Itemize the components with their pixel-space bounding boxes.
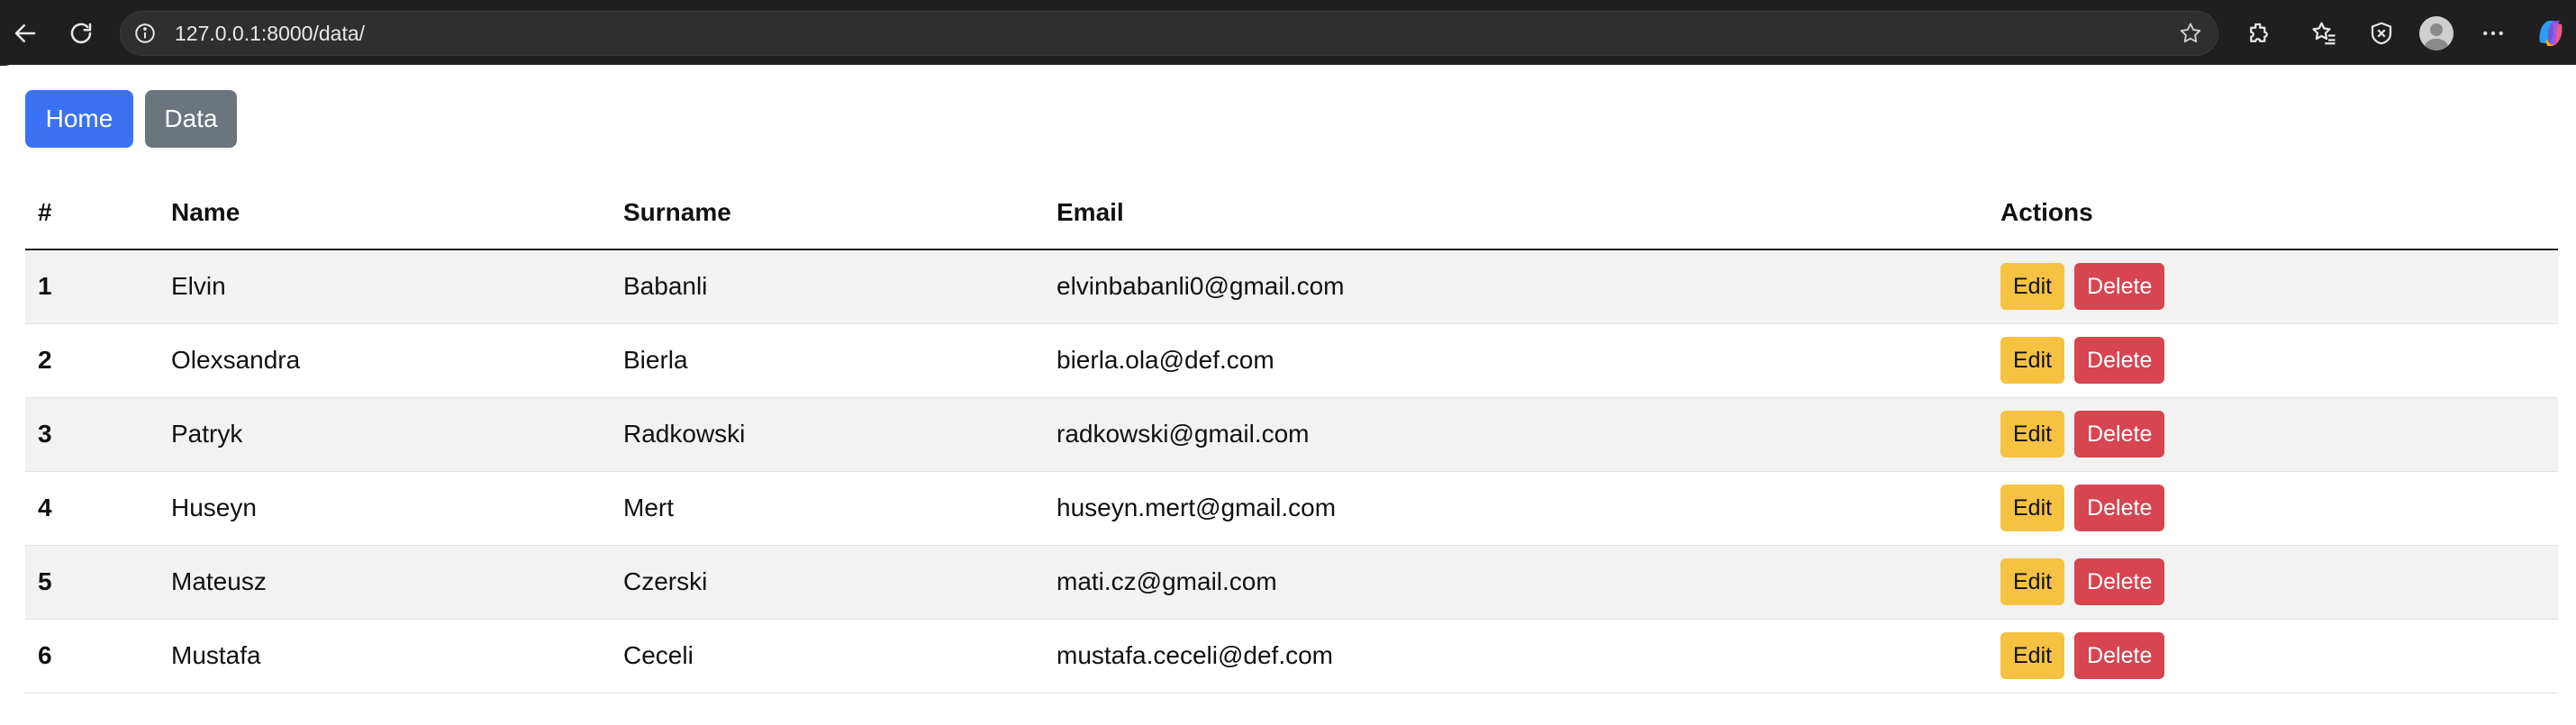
row-number: 4 — [25, 471, 159, 546]
home-button[interactable]: Home — [25, 90, 133, 148]
table-row: 2 Olexsandra Bierla bierla.ola@def.com E… — [25, 323, 2558, 398]
table-row: 6 Mustafa Ceceli mustafa.ceceli@def.com … — [25, 619, 2558, 693]
delete-button[interactable]: Delete — [2074, 558, 2165, 605]
table-row: 5 Mateusz Czerski mati.cz@gmail.com Edit… — [25, 545, 2558, 620]
row-name: Mateusz — [159, 545, 611, 620]
header-number: # — [25, 177, 159, 250]
data-table: # Name Surname Email Actions 1 Elvin Bab… — [25, 177, 2558, 693]
delete-button[interactable]: Delete — [2074, 263, 2165, 311]
delete-button[interactable]: Delete — [2074, 485, 2165, 531]
delete-button[interactable]: Delete — [2074, 632, 2165, 679]
header-name: Name — [159, 177, 611, 250]
delete-button[interactable]: Delete — [2074, 411, 2165, 458]
edit-button[interactable]: Edit — [2000, 263, 2065, 311]
row-name: Huseyn — [159, 471, 611, 546]
row-name: Patryk — [159, 397, 611, 472]
row-surname: Radkowski — [611, 397, 1044, 472]
header-surname: Surname — [611, 177, 1044, 250]
back-arrow-icon[interactable] — [7, 15, 43, 51]
row-number: 3 — [25, 397, 159, 472]
row-email: mustafa.ceceli@def.com — [1044, 619, 1988, 693]
url-text[interactable]: 127.0.0.1:8000/data/ — [175, 12, 365, 55]
table-header-row: # Name Surname Email Actions — [25, 177, 2558, 250]
row-actions: Edit Delete — [1988, 397, 2558, 472]
row-email: mati.cz@gmail.com — [1044, 545, 1988, 620]
table-row: 3 Patryk Radkowski radkowski@gmail.com E… — [25, 397, 2558, 472]
copilot-icon[interactable] — [2533, 15, 2569, 51]
edit-button[interactable]: Edit — [2000, 485, 2065, 531]
row-actions: Edit Delete — [1988, 323, 2558, 398]
star-icon[interactable] — [2178, 21, 2203, 46]
row-surname: Babanli — [611, 249, 1044, 324]
row-name: Olexsandra — [159, 323, 611, 398]
data-button[interactable]: Data — [145, 90, 237, 148]
table-row: 4 Huseyn Mert huseyn.mert@gmail.com Edit… — [25, 471, 2558, 546]
row-number: 1 — [25, 249, 159, 324]
row-number: 5 — [25, 545, 159, 620]
header-email: Email — [1044, 177, 1988, 250]
more-icon[interactable] — [2475, 15, 2511, 51]
delete-button[interactable]: Delete — [2074, 337, 2165, 384]
row-surname: Bierla — [611, 323, 1044, 398]
header-actions: Actions — [1988, 177, 2558, 250]
edit-button[interactable]: Edit — [2000, 558, 2065, 605]
row-actions: Edit Delete — [1988, 471, 2558, 546]
row-name: Mustafa — [159, 619, 611, 693]
table-row: 1 Elvin Babanli elvinbabanli0@gmail.com … — [25, 249, 2558, 324]
favorites-icon[interactable] — [2306, 15, 2342, 51]
row-actions: Edit Delete — [1988, 545, 2558, 620]
row-email: elvinbabanli0@gmail.com — [1044, 249, 1988, 324]
row-actions: Edit Delete — [1988, 249, 2558, 324]
browser-toolbar: 127.0.0.1:8000/data/ — [0, 0, 2576, 66]
row-surname: Ceceli — [611, 619, 1044, 693]
row-email: huseyn.mert@gmail.com — [1044, 471, 1988, 546]
extensions-icon[interactable] — [2241, 15, 2277, 51]
info-icon[interactable] — [133, 22, 157, 45]
refresh-icon[interactable] — [63, 15, 99, 51]
row-number: 2 — [25, 323, 159, 398]
row-email: bierla.ola@def.com — [1044, 323, 1988, 398]
row-email: radkowski@gmail.com — [1044, 397, 1988, 472]
row-surname: Czerski — [611, 545, 1044, 620]
row-name: Elvin — [159, 249, 611, 324]
edit-button[interactable]: Edit — [2000, 337, 2065, 384]
shield-icon[interactable] — [2363, 15, 2399, 51]
edit-button[interactable]: Edit — [2000, 632, 2065, 679]
page-content: Home Data # Name Surname Email Actions 1… — [0, 65, 2576, 725]
edit-button[interactable]: Edit — [2000, 411, 2065, 458]
row-number: 6 — [25, 619, 159, 693]
address-bar[interactable]: 127.0.0.1:8000/data/ — [120, 11, 2218, 56]
row-actions: Edit Delete — [1988, 619, 2558, 693]
row-surname: Mert — [611, 471, 1044, 546]
avatar[interactable] — [2419, 16, 2454, 50]
